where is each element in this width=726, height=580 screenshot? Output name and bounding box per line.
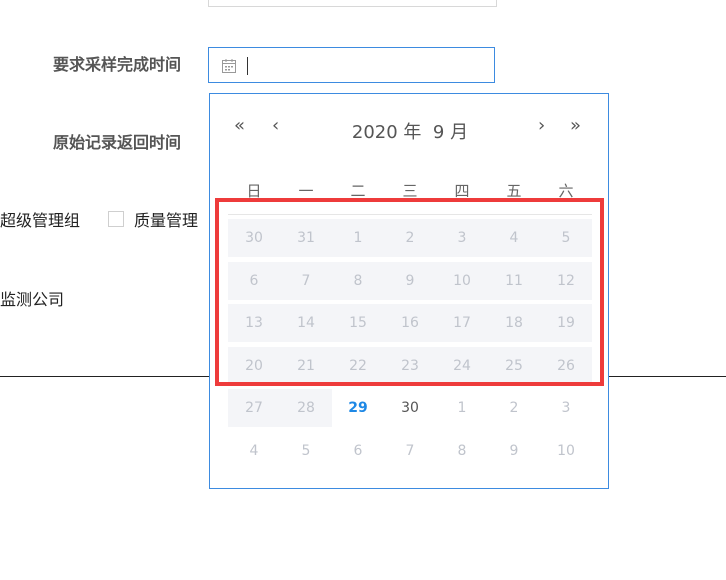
- weekday-label: 六: [558, 182, 574, 200]
- day-cell[interactable]: 20: [228, 346, 280, 385]
- weekday-label: 日: [246, 182, 262, 200]
- day-cell[interactable]: 24: [436, 346, 488, 385]
- quality-admin-checkbox[interactable]: [108, 211, 124, 227]
- day-cell[interactable]: 14: [280, 304, 332, 342]
- day-cell-today[interactable]: 29: [332, 389, 384, 427]
- datepicker-popup: « ‹ 2020 年 9 月 › » 日一二三四五六 30 31 1 2 3 4 5 6 7 8 9…: [209, 93, 609, 489]
- day-cell[interactable]: 17: [436, 304, 488, 342]
- day-cell[interactable]: 10: [540, 432, 592, 470]
- day-cell[interactable]: 9: [384, 261, 436, 300]
- day-cell[interactable]: 3: [436, 219, 488, 257]
- day-cell[interactable]: 26: [540, 346, 592, 385]
- group-company-label: 监测公司: [0, 290, 65, 309]
- next-month-button[interactable]: ›: [538, 114, 545, 138]
- day-cell[interactable]: 9: [488, 432, 540, 470]
- weekday-separator: [228, 214, 592, 215]
- day-cell[interactable]: 4: [488, 219, 540, 257]
- day-cell[interactable]: 23: [384, 346, 436, 385]
- day-cell[interactable]: 13: [228, 304, 280, 342]
- day-cell[interactable]: 2: [384, 219, 436, 257]
- day-cell[interactable]: 30: [384, 389, 436, 427]
- year-label[interactable]: 2020 年: [352, 122, 422, 143]
- day-cell[interactable]: 10: [436, 261, 488, 300]
- day-cell[interactable]: 1: [332, 219, 384, 257]
- text-cursor: [247, 57, 248, 75]
- day-cell[interactable]: 6: [228, 261, 280, 300]
- day-cell[interactable]: 8: [332, 261, 384, 300]
- day-cell[interactable]: 3: [540, 389, 592, 427]
- day-cell[interactable]: 5: [540, 219, 592, 257]
- day-cell[interactable]: 7: [280, 261, 332, 300]
- day-cell[interactable]: 30: [228, 219, 280, 257]
- day-cell[interactable]: 25: [488, 346, 540, 385]
- group-super-admin-label: 超级管理组: [0, 211, 81, 230]
- day-cell[interactable]: 19: [540, 304, 592, 342]
- day-cell[interactable]: 21: [280, 346, 332, 385]
- weekday-label: 四: [454, 182, 470, 200]
- day-cell[interactable]: 31: [280, 219, 332, 257]
- label-sampling-deadline: 要求采样完成时间: [53, 55, 182, 74]
- previous-field-input[interactable]: [208, 0, 497, 7]
- day-cell[interactable]: 28: [280, 389, 332, 427]
- weekday-label: 二: [350, 182, 366, 200]
- day-cell[interactable]: 18: [488, 304, 540, 342]
- calendar-icon: [222, 59, 236, 73]
- datepicker-header: 2020 年 9 月: [210, 118, 610, 144]
- weekday-label: 一: [298, 182, 314, 200]
- day-cell[interactable]: 6: [332, 432, 384, 470]
- sampling-deadline-date-input[interactable]: [208, 47, 495, 83]
- day-cell[interactable]: 22: [332, 346, 384, 385]
- group-quality-admin-label: 质量管理: [134, 211, 199, 230]
- day-cell[interactable]: 16: [384, 304, 436, 342]
- day-cell[interactable]: 5: [280, 432, 332, 470]
- weekday-label: 五: [506, 182, 522, 200]
- day-cell[interactable]: 7: [384, 432, 436, 470]
- day-cell[interactable]: 27: [228, 389, 280, 427]
- day-cell[interactable]: 11: [488, 261, 540, 300]
- day-cell[interactable]: 4: [228, 432, 280, 470]
- weekday-header-row: 日一二三四五六: [228, 180, 592, 202]
- day-cell[interactable]: 2: [488, 389, 540, 427]
- day-cell[interactable]: 8: [436, 432, 488, 470]
- weekday-label: 三: [402, 182, 418, 200]
- day-cell[interactable]: 15: [332, 304, 384, 342]
- next-year-button[interactable]: »: [570, 114, 581, 138]
- label-record-return-time: 原始记录返回时间: [53, 133, 182, 152]
- day-cell[interactable]: 12: [540, 261, 592, 300]
- month-label[interactable]: 9 月: [433, 122, 468, 143]
- day-cell[interactable]: 1: [436, 389, 488, 427]
